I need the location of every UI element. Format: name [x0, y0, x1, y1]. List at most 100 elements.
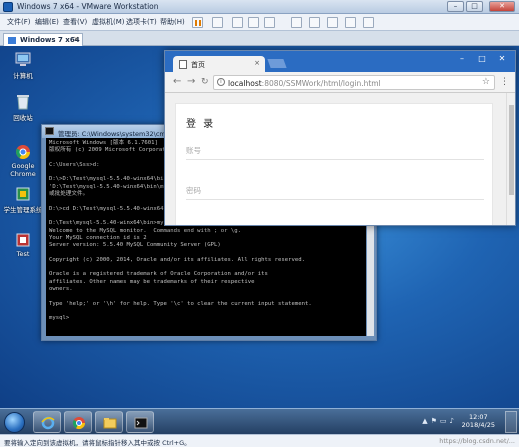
scrollbar-thumb[interactable] [509, 105, 514, 195]
vmware-icon [3, 2, 13, 12]
chrome-close-icon[interactable]: ✕ [493, 54, 511, 64]
vm-title: Windows 7 x64 - VMware Workstation [17, 2, 159, 11]
taskbar-ie[interactable] [33, 411, 61, 433]
snapshot-icon[interactable] [232, 17, 243, 28]
cmd-line [49, 293, 363, 300]
cmd-line: Server version: 5.5.40 MySQL Community S… [49, 242, 221, 249]
chrome-tab-title: 首页 [191, 61, 205, 69]
url-host: localhost [228, 79, 262, 88]
snapshot-manager-icon[interactable] [264, 17, 275, 28]
cmd-line: Type 'help;' or '\h' for help. Type '\c'… [49, 300, 312, 307]
desktop-icon-label: Google Chrome [10, 162, 36, 178]
clock-date: 2018/4/25 [461, 421, 495, 429]
close-button[interactable]: ✕ [489, 1, 515, 12]
desktop-icon-label: 回收站 [13, 114, 33, 122]
taskbar-chrome[interactable] [64, 411, 92, 433]
cmd-line [49, 249, 363, 256]
chrome-scrollbar[interactable] [506, 93, 515, 225]
cmd-line: Oracle is a registered trademark of Orac… [49, 271, 268, 278]
cmd-line: Copyright (c) 2000, 2014, Oracle and/or … [49, 256, 305, 263]
show-desktop-button[interactable] [505, 411, 517, 433]
minimize-button[interactable]: – [447, 1, 464, 12]
console-view-icon[interactable] [309, 17, 320, 28]
desktop-icon-test[interactable]: Test [3, 232, 43, 258]
computer-icon [14, 52, 32, 68]
menu-view[interactable]: 查看(V) [63, 17, 87, 27]
chrome-toolbar: ← → ↻ i localhost:8080/SSMWork/html/logi… [165, 72, 515, 93]
bookmark-star-icon[interactable]: ☆ [482, 77, 490, 87]
chrome-tab[interactable]: 首页 × [173, 56, 265, 72]
chrome-window[interactable]: 首页 × – □ ✕ ← → ↻ i localhost:8080/SSMWor… [164, 50, 516, 226]
address-bar[interactable]: i localhost:8080/SSMWork/html/login.html… [213, 75, 495, 90]
page-content[interactable]: 登 录 账号 密码 [165, 93, 506, 225]
send-keys-icon[interactable] [212, 17, 223, 28]
menu-file[interactable]: 文件(F) [7, 17, 31, 27]
vm-status-bar: 要将输入定向到该虚拟机，请将鼠标指针移入其中或按 Ctrl+G。 https:/… [0, 434, 519, 447]
close-tab-icon[interactable]: × [254, 59, 260, 67]
home-icon [8, 37, 16, 44]
url-path: :8080/SSMWork/html/login.html [261, 79, 381, 88]
new-tab-button[interactable] [267, 59, 287, 68]
menu-help[interactable]: 帮助(H) [160, 17, 185, 27]
cmd-line: owners. [49, 285, 73, 292]
chrome-maximize-icon[interactable]: □ [473, 54, 491, 64]
tab-close-icon[interactable]: × [73, 35, 79, 43]
ie-icon [41, 416, 55, 430]
desktop-icon-label: 计算机 [13, 72, 33, 80]
desktop-icon-chrome[interactable]: Google Chrome [3, 144, 43, 178]
back-icon[interactable]: ← [173, 76, 181, 87]
account-input[interactable]: 账号 [186, 138, 484, 160]
forward-icon[interactable]: → [187, 76, 195, 87]
menu-edit[interactable]: 编辑(E) [35, 17, 59, 27]
terminal-icon [45, 127, 54, 135]
start-button[interactable] [4, 412, 25, 433]
menu-vm[interactable]: 虚拟机(M) [92, 17, 125, 27]
vm-title-bar: Windows 7 x64 - VMware Workstation – □ ✕ [0, 0, 519, 14]
taskbar-explorer[interactable] [95, 411, 123, 433]
recycle-bin-icon [14, 94, 32, 110]
desktop-icon-label: Test [16, 250, 30, 258]
clock-time: 12:07 [468, 413, 488, 421]
tab-windows7[interactable]: Windows 7 x64 × [3, 33, 83, 46]
login-card: 登 录 账号 密码 [175, 103, 493, 225]
vm-menu-bar: 文件(F) 编辑(E) 查看(V) 虚拟机(M) 选项卡(T) 帮助(H) [0, 14, 519, 31]
vm-tab-strip: Windows 7 x64 × [0, 31, 519, 46]
pause-icon[interactable] [192, 17, 203, 28]
cmd-line [49, 308, 363, 315]
revert-snapshot-icon[interactable] [248, 17, 259, 28]
cmd-line: affiliates. Other names may be trademark… [49, 278, 255, 285]
chrome-icon [72, 416, 86, 430]
guest-desktop[interactable]: 计算机 回收站 Google Chrome 学生管理系统 Test 管理员: C… [0, 46, 519, 408]
cmd-line [49, 264, 363, 271]
cmd-line: Welcome to the MySQL monitor. Commands e… [49, 227, 241, 234]
library-icon[interactable] [291, 17, 302, 28]
login-title: 登 录 [186, 119, 216, 130]
cmd-line: Your MySQL connection id is 2 [49, 234, 147, 241]
taskbar: ▲⚑▭♪ 12:07 2018/4/25 [0, 408, 519, 434]
tab-label: Windows 7 x64 [20, 36, 80, 44]
menu-tabs[interactable]: 选项卡(T) [126, 17, 157, 27]
system-tray-icons[interactable]: ▲⚑▭♪ [422, 417, 457, 425]
password-input[interactable]: 密码 [186, 178, 484, 200]
status-text: 要将输入定向到该虚拟机，请将鼠标指针移入其中或按 Ctrl+G。 [4, 439, 191, 447]
chrome-minimize-icon[interactable]: – [453, 54, 471, 64]
taskbar-cmd[interactable] [126, 411, 154, 433]
chrome-icon [14, 144, 32, 160]
cmd-line: mysql> [49, 315, 70, 322]
desktop-icon-recycle-bin[interactable]: 回收站 [3, 94, 43, 122]
info-icon[interactable]: i [217, 78, 225, 86]
folder-icon [103, 416, 117, 430]
clock[interactable]: 12:07 2018/4/25 [462, 413, 495, 429]
fullscreen-icon[interactable] [327, 17, 338, 28]
desktop-icon-computer[interactable]: 计算机 [3, 52, 43, 80]
chrome-tab-bar: 首页 × – □ ✕ [165, 51, 515, 72]
stretch-icon[interactable] [363, 17, 374, 28]
watermark: https://blog.csdn.net/... [439, 437, 515, 445]
chrome-menu-icon[interactable]: ⋮ [500, 77, 509, 87]
maximize-button[interactable]: □ [466, 1, 483, 12]
reload-icon[interactable]: ↻ [201, 77, 209, 87]
desktop-icon-student-system[interactable]: 学生管理系统 [3, 186, 43, 214]
unity-icon[interactable] [345, 17, 356, 28]
app-icon [14, 232, 32, 248]
vmware-window: Windows 7 x64 - VMware Workstation – □ ✕… [0, 0, 519, 447]
